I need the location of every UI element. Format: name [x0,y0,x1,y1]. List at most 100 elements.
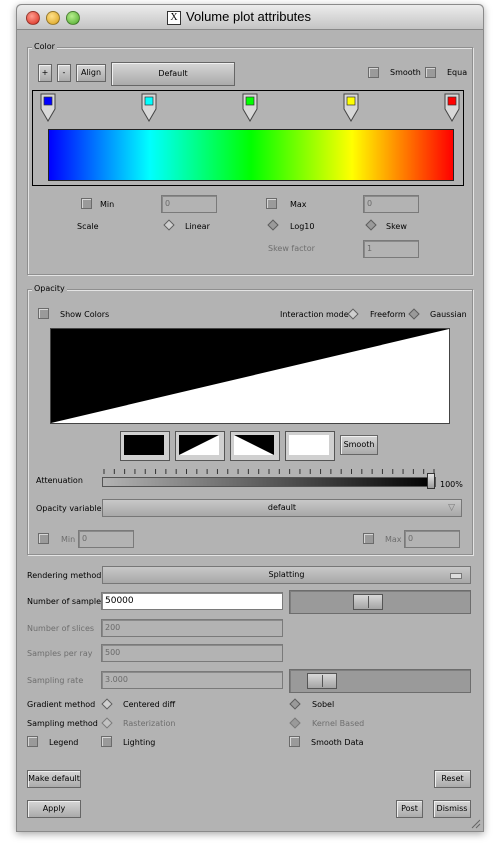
opacity-curve-editor[interactable] [50,328,450,424]
opacity-smooth-button[interactable]: Smooth [340,435,378,455]
opacity-min-field[interactable]: 0 [78,530,134,548]
color-gradient-bar [48,129,454,181]
number-of-slices-field[interactable]: 200 [101,619,283,637]
color-table-preset-button[interactable]: Default [111,62,235,86]
scale-skew-radio[interactable] [365,219,377,231]
color-point-marker-shape [141,93,157,122]
color-point-marker-shape [444,93,460,122]
skew-factor-label: Skew factor [268,244,315,253]
opacity-variable-dropdown[interactable]: default ▽ [102,499,462,517]
smooth-data-label: Smooth Data [311,738,364,747]
black-preset-icon [124,435,164,455]
color-point-marker-shape [242,93,258,122]
number-of-samples-slider-handle[interactable] [353,594,383,610]
samples-per-ray-label: Samples per ray [27,649,93,658]
color-group-title: Color [32,42,57,51]
legend-checkbox[interactable] [27,736,38,747]
close-window-button[interactable] [26,11,40,25]
number-of-samples-field[interactable]: 50000 [101,592,283,610]
rasterization-radio[interactable] [101,717,113,729]
lighting-checkbox[interactable] [101,736,112,747]
kernel-based-radio[interactable] [289,717,301,729]
equal-spacing-checkbox[interactable] [425,67,436,78]
resize-grip-lines [471,819,481,829]
opacity-preset-ramp-down-button[interactable] [230,431,280,461]
sampling-rate-field[interactable]: 3.000 [101,671,283,689]
x11-icon: X [167,11,181,25]
opacity-ramp [51,329,449,423]
opacity-max-field[interactable]: 0 [404,530,460,548]
attenuation-slider[interactable] [102,477,436,487]
color-bar-editor[interactable] [32,90,464,186]
opacity-min-label: Min [61,535,76,544]
dismiss-button[interactable]: Dismiss [433,800,471,818]
gaussian-radio[interactable] [408,308,420,320]
smooth-checkbox[interactable] [368,67,379,78]
remove-color-point-button[interactable]: - [57,64,71,82]
color-max-field[interactable]: 0 [363,195,419,213]
rendering-method-dropdown[interactable]: Splatting [102,566,471,584]
centered-diff-label: Centered diff [123,700,176,709]
window-title: X Volume plot attributes [167,9,311,25]
color-min-label: Min [100,200,115,209]
zoom-window-button[interactable] [66,11,80,25]
opacity-min-checkbox[interactable] [38,533,49,544]
color-min-field[interactable]: 0 [161,195,217,213]
make-default-button[interactable]: Make default [27,770,81,788]
scale-linear-label: Linear [185,222,210,231]
rendering-method-value: Splatting [268,570,305,579]
opacity-preset-ramp-up-button[interactable] [175,431,225,461]
post-button[interactable]: Post [396,800,423,818]
color-point-marker-shape [343,93,359,122]
color-point-marker[interactable] [343,93,359,123]
opacity-max-checkbox[interactable] [363,533,374,544]
attenuation-ticks [102,468,436,474]
sampling-rate-label: Sampling rate [27,676,84,685]
color-point-marker[interactable] [40,93,56,123]
sampling-rate-slider-handle[interactable] [307,673,337,689]
skew-factor-field[interactable]: 1 [363,240,419,258]
sampling-method-label: Sampling method [27,719,98,728]
color-group: Color + - Align Default Smooth Equa Min … [27,42,473,275]
reset-button[interactable]: Reset [434,770,471,788]
smooth-data-checkbox[interactable] [289,736,300,747]
gradient-method-label: Gradient method [27,700,96,709]
samples-per-ray-field[interactable]: 500 [101,644,283,662]
opacity-group-title: Opacity [32,284,67,293]
equal-label: Equa [447,68,468,77]
kernel-based-label: Kernel Based [312,719,365,728]
attenuation-label: Attenuation [36,476,83,485]
number-of-samples-slider[interactable] [289,590,471,614]
color-min-checkbox[interactable] [81,198,92,209]
scale-linear-radio[interactable] [163,219,175,231]
freeform-radio[interactable] [347,308,359,320]
sobel-radio[interactable] [289,698,301,710]
number-of-samples-label: Number of samples [27,597,106,606]
opacity-preset-black-button[interactable] [120,431,170,461]
add-color-point-button[interactable]: + [38,64,52,82]
align-button[interactable]: Align [76,64,106,82]
centered-diff-radio[interactable] [101,698,113,710]
scale-label: Scale [77,222,99,231]
sampling-rate-slider[interactable] [289,669,471,693]
dropdown-arrow-icon: ▽ [448,503,455,513]
lighting-label: Lighting [123,738,156,747]
title-bar: X Volume plot attributes [17,5,483,30]
resize-grip-icon[interactable] [469,817,481,829]
color-point-marker[interactable] [444,93,460,123]
attenuation-value: 100% [440,480,463,489]
show-colors-checkbox[interactable] [38,308,49,319]
opacity-variable-label: Opacity variable [36,504,102,513]
scale-log10-radio[interactable] [267,219,279,231]
freeform-label: Freeform [370,310,406,319]
dropdown-indicator-icon [450,573,462,579]
white-preset-icon [289,435,329,455]
attenuation-slider-handle[interactable] [427,473,435,489]
minimize-window-button[interactable] [46,11,60,25]
opacity-preset-white-button[interactable] [285,431,335,461]
color-point-marker[interactable] [242,93,258,123]
color-max-checkbox[interactable] [266,198,277,209]
attenuation-tick-marks [103,469,435,474]
color-point-marker[interactable] [141,93,157,123]
apply-button[interactable]: Apply [27,800,81,818]
